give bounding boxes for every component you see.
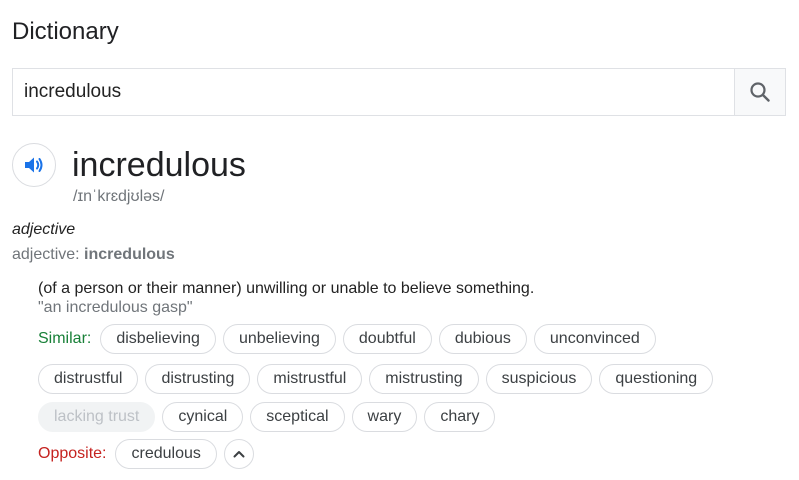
similar-chip[interactable]: disbelieving [100,324,216,354]
pronunciation-button[interactable] [12,143,56,187]
similar-chip[interactable]: suspicious [485,364,593,394]
part-of-speech-line: adjective: incredulous [12,246,175,264]
similar-chip[interactable]: distrustful [38,364,139,394]
search-icon [750,82,770,102]
opposite-row: Opposite: credulous [38,439,254,469]
search-input[interactable] [13,69,734,115]
similar-chip[interactable]: chary [424,402,496,432]
similar-chip[interactable]: unconvinced [533,324,656,354]
part-of-speech: adjective [12,221,76,238]
similar-row-3: lacking trust cynical sceptical wary cha… [38,402,502,432]
similar-chip-disabled: lacking trust [38,402,156,432]
similar-chip[interactable]: cynical [162,402,244,432]
similar-chip[interactable]: mistrustful [257,364,363,394]
pos-word: incredulous [84,246,175,263]
similar-row-2: distrustful distrusting mistrustful mist… [38,364,720,394]
similar-chip[interactable]: distrusting [145,364,251,394]
pos-prefix: adjective: [12,246,80,263]
similar-chip[interactable]: mistrusting [369,364,479,394]
similar-chip[interactable]: wary [351,402,418,432]
search-button[interactable] [734,69,785,115]
phonetic-transcription: /ɪnˈkrɛdjʊləs/ [73,188,165,205]
similar-chip[interactable]: dubious [438,324,527,354]
example-text: "an incredulous gasp" [38,299,193,316]
chevron-up-icon [233,451,245,458]
speaker-icon [25,157,43,173]
page-title: Dictionary [12,18,119,45]
opposite-label: Opposite: [38,445,107,462]
similar-chip[interactable]: questioning [599,364,714,394]
collapse-button[interactable] [223,439,254,469]
definition-text: (of a person or their manner) unwilling … [38,280,535,297]
similar-chip[interactable]: doubtful [342,324,432,354]
similar-chip[interactable]: unbelieving [222,324,336,354]
similar-label: Similar: [38,330,92,347]
opposite-chip[interactable]: credulous [115,439,217,469]
headword: incredulous [72,146,246,184]
similar-row-1: Similar: disbelieving unbelieving doubtf… [38,324,663,354]
search-box [12,68,786,116]
similar-chip[interactable]: sceptical [250,402,345,432]
